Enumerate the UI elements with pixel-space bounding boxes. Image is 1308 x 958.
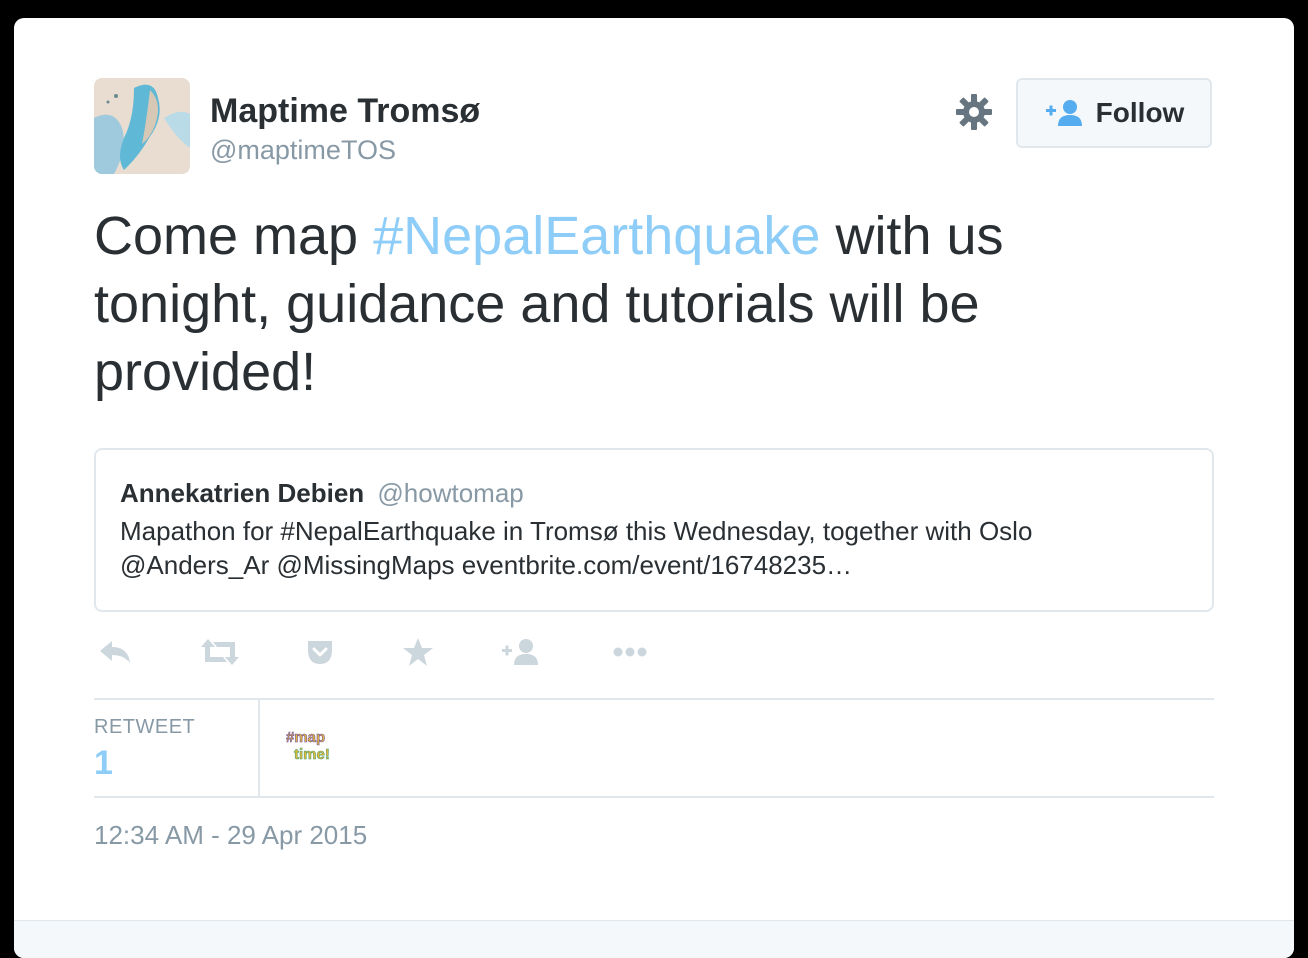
follow-button[interactable]: Follow bbox=[1016, 78, 1212, 148]
quoted-tweet-header: Annekatrien Debien @howtomap bbox=[120, 478, 524, 509]
author-screen-name[interactable]: @maptimeTOS bbox=[210, 135, 396, 166]
follow-button-label: Follow bbox=[1095, 97, 1185, 128]
retweeter-avatar[interactable]: #map time! bbox=[284, 726, 334, 766]
retweet-count[interactable]: 1 bbox=[94, 744, 113, 783]
favorite-icon[interactable] bbox=[396, 632, 440, 672]
hashtag-link[interactable]: #NepalEarthquake bbox=[373, 206, 820, 266]
author-display-name[interactable]: Maptime Tromsø bbox=[210, 92, 480, 131]
svg-text:time!: time! bbox=[294, 746, 330, 763]
tweet-text: Come map #NepalEarthquake with us tonigh… bbox=[94, 202, 1114, 406]
tweet-text-before: Come map bbox=[94, 206, 374, 266]
quoted-author-name: Annekatrien Debien bbox=[120, 478, 365, 508]
stats-divider bbox=[258, 700, 260, 796]
tweet-stats: RETWEET 1 #map time! bbox=[94, 698, 1214, 798]
quoted-tweet-text: Mapathon for #NepalEarthquake in Tromsø … bbox=[120, 516, 1033, 580]
gear-icon[interactable] bbox=[954, 92, 994, 132]
card-footer bbox=[14, 920, 1294, 958]
quoted-tweet[interactable]: Annekatrien Debien @howtomap Mapathon fo… bbox=[94, 448, 1214, 612]
reply-icon[interactable] bbox=[94, 632, 138, 672]
pocket-icon[interactable] bbox=[298, 632, 342, 672]
author-avatar[interactable] bbox=[94, 78, 190, 174]
tweet-timestamp[interactable]: 12:34 AM - 29 Apr 2015 bbox=[94, 820, 367, 851]
tweet-card: Maptime Tromsø @maptimeTOS Follow Come m… bbox=[14, 18, 1294, 958]
add-user-icon bbox=[1045, 100, 1082, 126]
svg-text:#map: #map bbox=[286, 729, 325, 746]
more-icon[interactable] bbox=[608, 632, 652, 672]
quoted-author-handle: @howtomap bbox=[377, 478, 524, 508]
retweet-icon[interactable] bbox=[198, 632, 242, 672]
retweet-label: RETWEET bbox=[94, 716, 196, 738]
tweet-actions bbox=[94, 632, 694, 672]
follow-icon[interactable] bbox=[498, 632, 542, 672]
